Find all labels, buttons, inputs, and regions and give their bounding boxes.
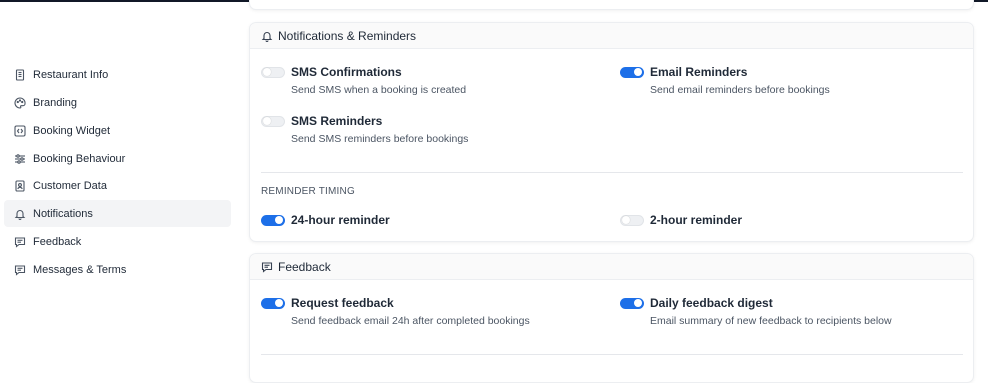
option-label: SMS Reminders [291, 114, 383, 128]
sms-reminders-toggle[interactable] [261, 115, 285, 127]
daily-feedback-digest-toggle[interactable] [620, 297, 644, 309]
reminder-timing-caption: REMINDER TIMING [261, 186, 355, 197]
toggle-knob [634, 68, 642, 76]
reminder-2h-option: 2-hour reminder [620, 213, 742, 227]
reminder-24h-toggle[interactable] [261, 214, 285, 226]
building-icon [14, 68, 26, 81]
reminder-24h-option: 24-hour reminder [261, 213, 390, 227]
sidebar-item-booking-widget[interactable]: Booking Widget [4, 117, 231, 144]
sidebar-item-label: Messages & Terms [33, 263, 127, 276]
message-text-icon [14, 264, 26, 276]
sidebar-item-label: Customer Data [33, 179, 107, 192]
toggle-knob [263, 117, 271, 125]
sms-confirmations-option: SMS Confirmations Send SMS when a bookin… [261, 65, 466, 96]
sliders-icon [14, 153, 26, 165]
sidebar-item-notifications[interactable]: Notifications [4, 200, 231, 227]
option-label: Request feedback [291, 296, 394, 310]
option-label: 2-hour reminder [650, 213, 743, 227]
sidebar-item-restaurant-info[interactable]: Restaurant Info [4, 61, 231, 88]
option-description: Email summary of new feedback to recipie… [650, 315, 892, 327]
sidebar-item-customer-data[interactable]: Customer Data [4, 172, 231, 199]
request-feedback-toggle[interactable] [261, 297, 285, 309]
bell-icon [261, 30, 273, 42]
message-icon [261, 261, 273, 273]
sidebar-item-label: Restaurant Info [33, 68, 109, 81]
option-description: Send SMS when a booking is created [291, 84, 467, 96]
message-icon [14, 236, 26, 248]
sidebar-item-label: Booking Behaviour [33, 152, 126, 165]
sidebar-item-label: Feedback [33, 235, 82, 248]
option-label: 24-hour reminder [291, 213, 390, 227]
section-divider [261, 354, 963, 355]
sms-reminders-option: SMS Reminders Send SMS reminders before … [261, 114, 468, 145]
sidebar-item-label: Booking Widget [33, 124, 111, 137]
sidebar-item-branding[interactable]: Branding [4, 89, 231, 116]
sms-confirmations-toggle[interactable] [261, 66, 285, 78]
option-description: Send email reminders before bookings [650, 84, 830, 96]
toggle-knob [634, 299, 642, 307]
option-label: SMS Confirmations [291, 65, 402, 79]
email-reminders-option: Email Reminders Send email reminders bef… [620, 65, 830, 96]
bell-icon [14, 208, 26, 220]
code-icon [14, 124, 26, 137]
toggle-knob [622, 216, 630, 224]
request-feedback-option: Request feedback Send feedback email 24h… [261, 296, 530, 327]
toggle-knob [263, 68, 271, 76]
sidebar-item-feedback[interactable]: Feedback [4, 228, 231, 255]
id-card-icon [14, 179, 26, 192]
sidebar-item-label: Branding [33, 96, 78, 109]
section-divider [261, 172, 963, 173]
notifications-card-header: Notifications & Reminders [250, 23, 973, 49]
daily-feedback-digest-option: Daily feedback digest Email summary of n… [620, 296, 892, 327]
email-reminders-toggle[interactable] [620, 66, 644, 78]
settings-sidebar: Restaurant Info Branding Booking Widget … [0, 0, 240, 364]
feedback-card-header: Feedback [250, 254, 973, 280]
toggle-knob [275, 299, 283, 307]
option-label: Email Reminders [650, 65, 748, 79]
sidebar-item-label: Notifications [33, 207, 93, 220]
option-label: Daily feedback digest [650, 296, 773, 310]
palette-icon [14, 96, 26, 109]
toggle-knob [275, 216, 283, 224]
sidebar-item-messages-terms[interactable]: Messages & Terms [4, 256, 231, 283]
sidebar-item-booking-behaviour[interactable]: Booking Behaviour [4, 145, 231, 172]
notifications-card: Notifications & Reminders SMS Confirmati… [249, 22, 974, 242]
option-description: Send SMS reminders before bookings [291, 133, 469, 145]
reminder-2h-toggle[interactable] [620, 214, 644, 226]
previous-card-edge [249, 0, 974, 10]
feedback-card-title: Feedback [278, 259, 331, 274]
option-description: Send feedback email 24h after completed … [291, 315, 530, 327]
notifications-card-title: Notifications & Reminders [278, 28, 417, 43]
